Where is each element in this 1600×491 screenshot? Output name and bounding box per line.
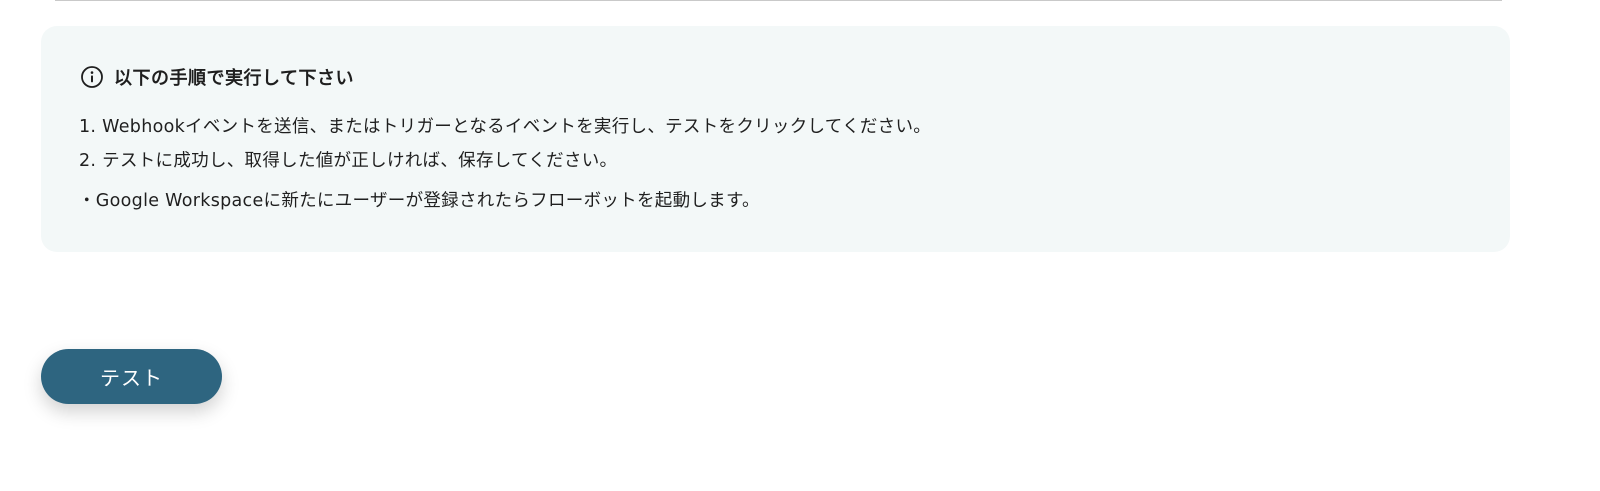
instructions-steps: 1. Webhookイベントを送信、またはトリガーとなるイベントを実行し、テスト… — [79, 110, 931, 178]
instructions-header: 以下の手順で実行して下さい — [80, 65, 354, 89]
instruction-step: 2. テストに成功し、取得した値が正しければ、保存してください。 — [79, 151, 618, 171]
trigger-description: ・Google Workspaceに新たにユーザーが登録されたらフローボットを起… — [78, 191, 760, 211]
info-circle-icon — [80, 65, 104, 89]
instruction-step: 1. Webhookイベントを送信、またはトリガーとなるイベントを実行し、テスト… — [79, 117, 932, 137]
instructions-panel: 以下の手順で実行して下さい 1. Webhookイベントを送信、またはトリガーと… — [41, 26, 1510, 252]
instructions-title: 以下の手順で実行して下さい — [114, 68, 354, 89]
test-button[interactable]: テスト — [41, 349, 222, 404]
top-divider — [55, 0, 1502, 1]
